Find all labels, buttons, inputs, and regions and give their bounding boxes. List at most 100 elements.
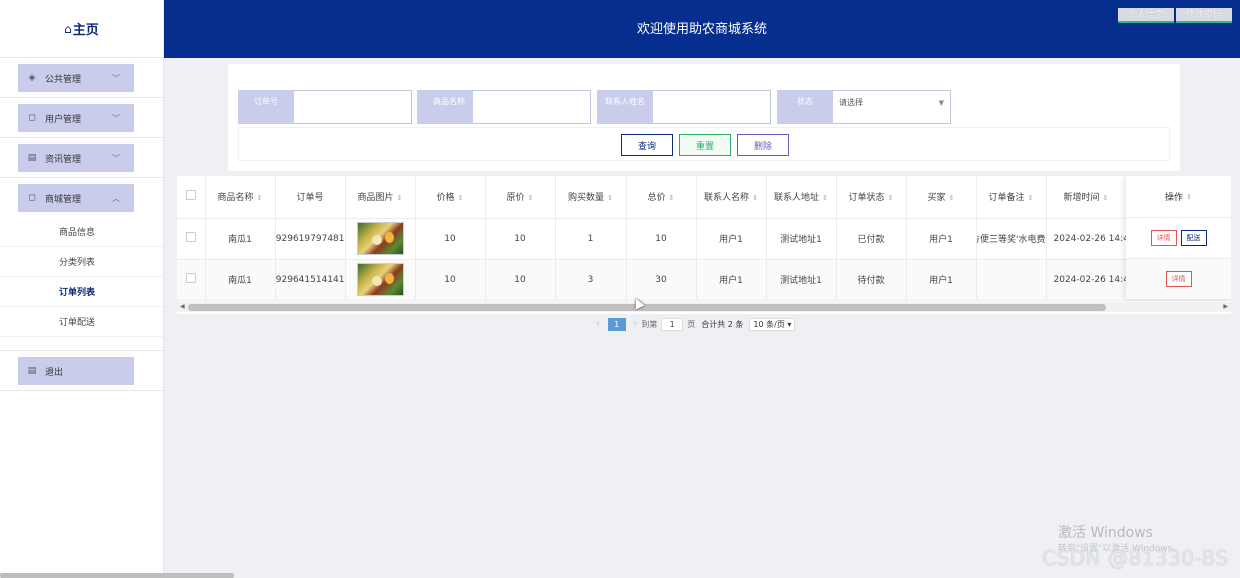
product-name-input[interactable] xyxy=(473,90,591,124)
product-thumbnail[interactable] xyxy=(356,263,404,296)
order-no-field: 订单号 xyxy=(238,90,412,124)
chevron-down-icon: ﹀ xyxy=(112,73,120,83)
operations-header: 操作 ⇕ xyxy=(1126,176,1231,218)
sort-icon: ⇕ xyxy=(527,194,534,203)
product-thumbnail[interactable] xyxy=(356,222,404,255)
chevron-down-icon: ﹀ xyxy=(112,113,120,123)
change-password-button[interactable]: 修改密码 xyxy=(1175,8,1232,23)
table-scrollbar-thumb[interactable] xyxy=(188,304,1106,311)
submenu-item-orders[interactable]: 订单列表 xyxy=(0,277,163,307)
menu-user: ◻ 用户管理 ﹀ xyxy=(0,98,163,138)
cell-product-image xyxy=(345,259,416,301)
column-header[interactable]: 订单备注 ⇕ xyxy=(976,176,1047,219)
column-header[interactable]: 商品图片 ⇕ xyxy=(345,176,416,219)
sort-icon: ⇕ xyxy=(948,194,955,203)
column-header[interactable]: 买家 ⇕ xyxy=(906,176,977,219)
detail-button[interactable]: 详情 xyxy=(1165,271,1192,287)
cell-total: 30 xyxy=(626,259,697,301)
reset-button[interactable]: 重置 xyxy=(679,134,731,156)
table-header-row: 商品名称 ⇕ 订单号 商品图片 ⇕ 价格 ⇕ 原价 ⇕ 购买数量 ⇕ 总价 ⇕ 联系人名称 ⇕… xyxy=(177,176,1231,219)
orders-grid: 商品名称 ⇕ 订单号 商品图片 ⇕ 价格 ⇕ 原价 ⇕ 购买数量 ⇕ 总价 ⇕ 联系人名称 ⇕… xyxy=(177,176,1231,301)
cell-address: 测试地址1 xyxy=(766,259,837,301)
page-number-current[interactable]: 1 xyxy=(607,317,626,331)
submenu-item-categories[interactable]: 分类列表 xyxy=(0,247,163,277)
column-header[interactable]: 原价 ⇕ xyxy=(485,176,556,219)
menu-public: ◈ 公共管理 ﹀ xyxy=(0,58,163,98)
order-no-input[interactable] xyxy=(294,90,412,124)
scroll-right-icon[interactable]: ▶ xyxy=(1223,302,1228,312)
product-name-label: 商品名称 xyxy=(417,90,473,124)
contact-name-input[interactable] xyxy=(653,90,771,124)
chevron-down-icon: ﹀ xyxy=(112,153,120,163)
product-name-field: 商品名称 xyxy=(417,90,591,124)
cell-buyer: 用户1 xyxy=(906,259,977,301)
header: 欢迎使用助农商城系统 个人信息 修改密码 xyxy=(164,0,1240,58)
cell-order-no: 1708929619797481( xyxy=(275,218,346,260)
row-checkbox[interactable] xyxy=(185,273,196,283)
cell-status: 已付款 xyxy=(836,218,907,260)
cell-remark: 方便三等奖'水电费 xyxy=(976,218,1047,260)
table-scrollbar[interactable]: ◀ ▶ xyxy=(177,302,1231,312)
column-header[interactable]: 联系人地址 ⇕ xyxy=(766,176,837,219)
query-button[interactable]: 查询 xyxy=(621,134,673,156)
contact-name-label: 联系人姓名 xyxy=(597,90,653,124)
menu-label: 用户管理 xyxy=(45,114,82,125)
cell-orig-price: 10 xyxy=(485,259,556,301)
column-header[interactable]: 价格 ⇕ xyxy=(415,176,486,219)
user-icon: ◻ xyxy=(28,113,36,123)
sort-icon: ⇕ xyxy=(1027,194,1034,203)
menu-button-user[interactable]: ◻ 用户管理 ﹀ xyxy=(18,104,134,132)
csdn-watermark: CSDN @81330-BS xyxy=(1042,546,1229,570)
column-header[interactable]: 购买数量 ⇕ xyxy=(555,176,627,219)
sort-icon: ⇕ xyxy=(457,194,464,203)
ship-button[interactable]: 配送 xyxy=(1180,230,1207,246)
delete-button[interactable]: 删除 xyxy=(737,134,789,156)
column-header[interactable]: 商品名称 ⇕ xyxy=(205,176,276,219)
status-label: 状态 xyxy=(777,90,833,124)
page-scrollbar[interactable] xyxy=(0,573,234,578)
sort-icon: ⇕ xyxy=(1186,192,1192,201)
select-all-checkbox[interactable] xyxy=(185,190,196,201)
search-actions: 查询 重置 删除 xyxy=(238,127,1170,161)
sort-icon: ⇕ xyxy=(887,194,894,203)
row-checkbox[interactable] xyxy=(185,232,196,242)
cell-address: 测试地址1 xyxy=(766,218,837,260)
cell-orig-price: 10 xyxy=(485,218,556,260)
column-header: 订单号 xyxy=(275,176,346,219)
pagination: ‹ 1 › 到第 1 页 合计共 2 条 10 条/页 ▾ xyxy=(592,317,796,331)
home-label: 主页 xyxy=(72,23,99,38)
menu-button-public[interactable]: ◈ 公共管理 ﹀ xyxy=(18,64,134,92)
cell-qty: 1 xyxy=(555,218,627,260)
cell-product-name: 南瓜1 xyxy=(205,218,276,260)
detail-button[interactable]: 详情 xyxy=(1150,230,1177,246)
list-icon: ▤ xyxy=(27,153,37,163)
menu-button-news[interactable]: ▤ 资讯管理 ﹀ xyxy=(18,144,134,172)
cart-icon: ◻ xyxy=(28,193,36,203)
menu-news: ▤ 资讯管理 ﹀ xyxy=(0,138,163,178)
status-select[interactable]: 请选择 ▼ xyxy=(833,90,951,124)
menu-button-shop[interactable]: ◻ 商城管理 ︿ xyxy=(18,184,134,212)
column-header[interactable]: 订单状态 ⇕ xyxy=(836,176,907,219)
table-row: 南瓜1 1708929619797481( 10 10 1 10 用户1 测试地… xyxy=(177,218,1231,260)
next-page-icon[interactable]: › xyxy=(634,319,638,329)
shop-submenu: 商品信息 分类列表 订单列表 订单配送 xyxy=(0,217,163,337)
home-link[interactable]: ⌂ 主页 xyxy=(0,0,163,58)
page-size-select[interactable]: 10 条/页 ▾ xyxy=(749,317,796,331)
column-header[interactable]: 联系人名称 ⇕ xyxy=(696,176,767,219)
scroll-left-icon[interactable]: ◀ xyxy=(180,302,185,312)
profile-button[interactable]: 个人信息 xyxy=(1117,8,1174,23)
column-header[interactable]: 总价 ⇕ xyxy=(626,176,697,219)
submenu-item-products[interactable]: 商品信息 xyxy=(0,217,163,247)
prev-page-icon[interactable]: ‹ xyxy=(596,319,600,329)
goto-page-input[interactable]: 1 xyxy=(661,317,684,331)
column-header[interactable]: 新增时间 ⇕ xyxy=(1046,176,1127,219)
order-no-label: 订单号 xyxy=(238,90,294,124)
sort-icon: ⇕ xyxy=(668,194,675,203)
cell-total: 10 xyxy=(626,218,697,260)
logout-button[interactable]: ▤ 退出 xyxy=(18,357,134,385)
cell-product-name: 南瓜1 xyxy=(205,259,276,301)
search-panel: 订单号 商品名称 联系人姓名 状态 请选择 ▼ 查询 重置 删除 xyxy=(228,64,1180,171)
row-select-cell xyxy=(177,259,206,301)
page-unit-label: 页 xyxy=(687,319,696,329)
submenu-item-delivery[interactable]: 订单配送 xyxy=(0,307,163,337)
